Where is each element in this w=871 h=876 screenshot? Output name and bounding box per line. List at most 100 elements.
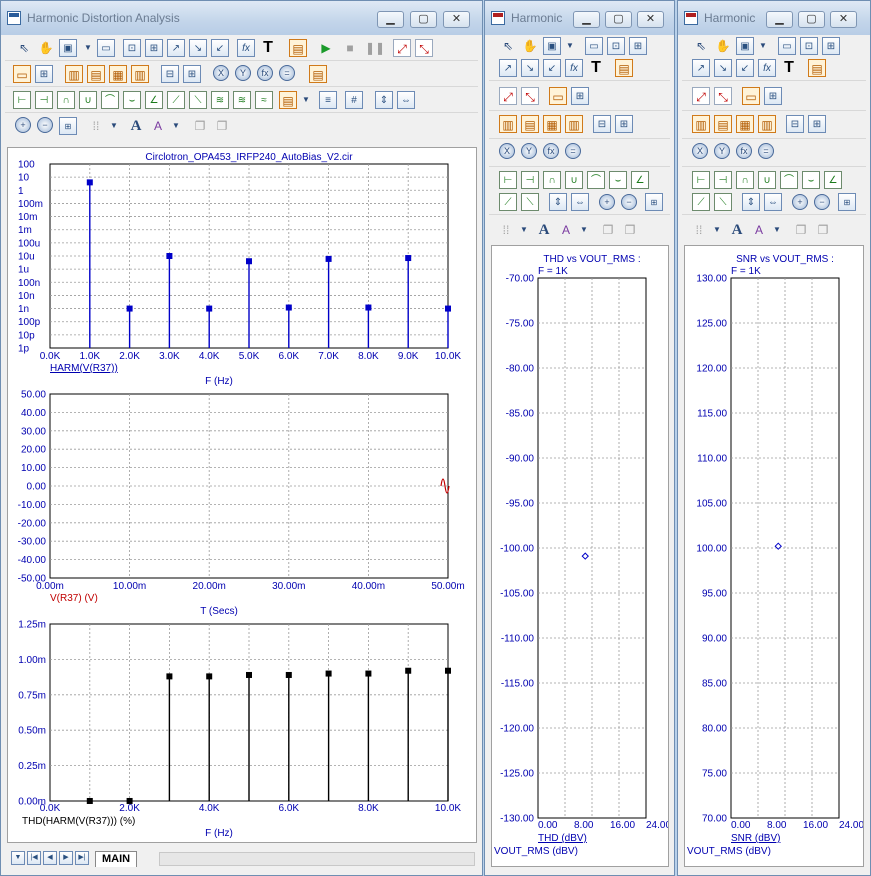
tracking-icon[interactable]: ⇔ (764, 193, 782, 211)
zoom-window-icon[interactable]: ⊡ (607, 37, 625, 55)
label-icon[interactable]: ↗ (692, 59, 710, 77)
auto-scale-icon[interactable]: ⊞ (645, 193, 663, 211)
high-cursor-icon[interactable]: ⌒ (780, 171, 798, 189)
next-simulation-icon[interactable]: ⊢ (499, 171, 517, 189)
zoom-window-icon[interactable]: ⊡ (800, 37, 818, 55)
peak-cursor-icon[interactable]: ∩ (57, 91, 75, 109)
next-simulation-icon[interactable]: ⊢ (692, 171, 710, 189)
dropdown-icon[interactable]: ▼ (754, 37, 772, 55)
tracking-icon[interactable]: ⇔ (571, 193, 589, 211)
color-icon[interactable]: A (750, 221, 768, 239)
grid-horz-icon[interactable]: ▤ (521, 115, 539, 133)
select-arrow-icon[interactable]: ⇖ (15, 39, 33, 57)
zoom-in-icon[interactable]: + (599, 194, 615, 210)
color-dropdown-icon[interactable]: ▼ (167, 117, 185, 135)
snr-maximize-button[interactable]: ▢ (798, 11, 825, 28)
top-icon[interactable]: ≋ (211, 91, 229, 109)
global-low-icon[interactable]: ⟍ (521, 193, 539, 211)
next-page-icon[interactable]: ▶ (59, 851, 73, 865)
snr-close-button[interactable]: ✕ (830, 11, 857, 28)
font-icon[interactable]: A (728, 221, 746, 239)
align-cursors-icon[interactable]: ⇕ (549, 193, 567, 211)
valley-icon[interactable]: ⤡ (415, 39, 433, 57)
zoom-fit-icon[interactable]: fx (543, 143, 559, 159)
prev-simulation-icon[interactable]: ⊣ (714, 171, 732, 189)
run-icon[interactable]: ▶ (317, 39, 335, 57)
fx-icon[interactable]: fx (758, 59, 776, 77)
dropdown-icon[interactable]: ▼ (561, 37, 579, 55)
text-icon[interactable]: T (587, 59, 605, 77)
label-icon[interactable]: ↗ (167, 39, 185, 57)
layout-dropdown-icon[interactable]: ▼ (708, 221, 726, 239)
vert-ruler-icon[interactable]: ⊞ (615, 115, 633, 133)
dropdown-icon[interactable]: ▼ (79, 39, 97, 57)
grid-vert-icon[interactable]: ▥ (499, 115, 517, 133)
layout-dropdown-icon[interactable]: ▼ (515, 221, 533, 239)
thd-close-button[interactable]: ✕ (637, 11, 664, 28)
plot-properties-icon[interactable]: ▤ (309, 65, 327, 83)
stack-curves-icon[interactable]: ▭ (13, 65, 31, 83)
font-icon[interactable]: A (535, 221, 553, 239)
text-icon[interactable]: T (259, 39, 277, 57)
point-tag-icon[interactable]: ↙ (211, 39, 229, 57)
color-icon[interactable]: A (149, 117, 167, 135)
slope-icon[interactable]: ≈ (255, 91, 273, 109)
prev-page-icon[interactable]: ◀ (43, 851, 57, 865)
peak-cursor-icon[interactable]: ∩ (736, 171, 754, 189)
properties-icon[interactable]: ▤ (615, 59, 633, 77)
zoom-reset-icon[interactable]: = (279, 65, 295, 81)
inflection-icon[interactable]: ∠ (824, 171, 842, 189)
tag-icon[interactable]: ↘ (189, 39, 207, 57)
label-icon[interactable]: ↗ (499, 59, 517, 77)
last-page-icon[interactable]: ▶| (75, 851, 89, 865)
first-page-icon[interactable]: |◀ (27, 851, 41, 865)
minor-grid-icon[interactable]: ▦ (109, 65, 127, 83)
minor-grid-icon[interactable]: ▦ (736, 115, 754, 133)
global-high-icon[interactable]: ⟋ (167, 91, 185, 109)
zoom-y-icon[interactable]: Y (521, 143, 537, 159)
stop-icon[interactable]: ■ (341, 39, 359, 57)
peak-icon[interactable]: ⤢ (393, 39, 411, 57)
same-scale-icon[interactable]: ⊞ (571, 87, 589, 105)
peak-cursor-icon[interactable]: ∩ (543, 171, 561, 189)
fx-icon[interactable]: fx (237, 39, 255, 57)
zoom-fit-icon[interactable]: fx (257, 65, 273, 81)
auto-scale-icon[interactable]: ⊞ (838, 193, 856, 211)
tracking-icon[interactable]: ⇔ (397, 91, 415, 109)
zoom-x-icon[interactable]: X (692, 143, 708, 159)
zoom-x-icon[interactable]: X (499, 143, 515, 159)
point-tag-icon[interactable]: ↙ (543, 59, 561, 77)
thd-minimize-button[interactable]: ▁ (573, 11, 600, 28)
low-cursor-icon[interactable]: ⌣ (123, 91, 141, 109)
tag-icon[interactable]: ↘ (521, 59, 539, 77)
minor-grid-icon[interactable]: ▦ (543, 115, 561, 133)
layout-grid-icon[interactable]: ⁞⁞ (87, 117, 105, 135)
stack-curves-icon[interactable]: ▭ (742, 87, 760, 105)
stack-curves-icon[interactable]: ▭ (549, 87, 567, 105)
point-tag-icon[interactable]: ↙ (736, 59, 754, 77)
grid-horz-icon[interactable]: ▤ (714, 115, 732, 133)
thd-maximize-button[interactable]: ▢ (605, 11, 632, 28)
cursor-icon[interactable]: ⊞ (629, 37, 647, 55)
tab-main[interactable]: MAIN (95, 851, 138, 867)
inflection-icon[interactable]: ∠ (145, 91, 163, 109)
tag-icon[interactable]: ↘ (714, 59, 732, 77)
zoom-in-icon[interactable]: + (15, 117, 31, 133)
properties-icon[interactable]: ▤ (808, 59, 826, 77)
data-points-icon[interactable]: ≡ (319, 91, 337, 109)
align-cursors-icon[interactable]: ⇕ (742, 193, 760, 211)
high-cursor-icon[interactable]: ⌒ (587, 171, 605, 189)
scale-icon[interactable]: ▣ (736, 37, 754, 55)
inflection-icon[interactable]: ∠ (631, 171, 649, 189)
layout-grid-icon[interactable]: ⁞⁞ (497, 221, 515, 239)
vert-ruler-icon[interactable]: ⊞ (183, 65, 201, 83)
low-cursor-icon[interactable]: ⌣ (802, 171, 820, 189)
axis-icon[interactable]: ▥ (565, 115, 583, 133)
zoom-fit-icon[interactable]: fx (736, 143, 752, 159)
prev-simulation-icon[interactable]: ⊣ (35, 91, 53, 109)
pause-icon[interactable]: ❚❚ (365, 39, 385, 57)
minimize-button[interactable]: ▁ (377, 11, 404, 28)
horz-ruler-icon[interactable]: ⊟ (161, 65, 179, 83)
close-button[interactable]: ✕ (443, 11, 470, 28)
thd-titlebar[interactable]: Harmonic ▁ ▢ ✕ (485, 1, 674, 35)
